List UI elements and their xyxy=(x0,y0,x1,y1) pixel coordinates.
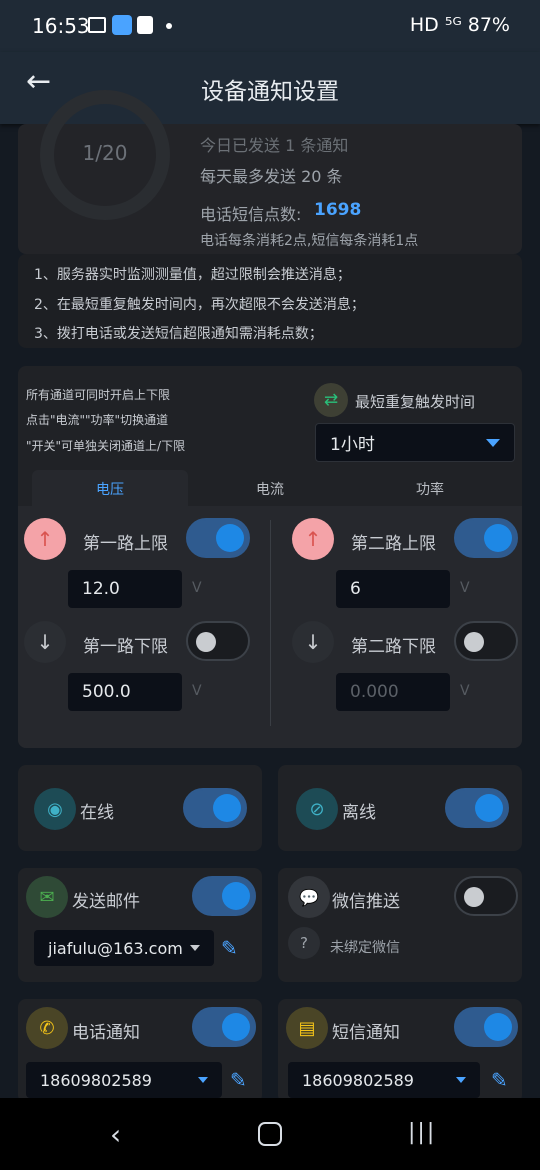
ch1-lower-input[interactable]: 500.0 xyxy=(68,673,182,711)
email-select-value: jiafulu@163.com xyxy=(48,938,183,958)
notes-card: 1、服务器实时监测测量值，超过限制会推送消息； 2、在最短重复触发时间内，再次超… xyxy=(18,254,522,348)
shopping-bag-icon xyxy=(137,16,153,34)
nav-home-icon[interactable] xyxy=(258,1122,282,1146)
status-indicators: HD ⁵ᴳ 87% xyxy=(409,14,510,36)
edit-pencil-icon[interactable]: ✎ xyxy=(221,936,238,960)
online-toggle[interactable] xyxy=(183,788,247,828)
sms-select[interactable]: 18609802589 xyxy=(288,1062,480,1098)
phone-select-value: 18609802589 xyxy=(40,1070,152,1090)
dropdown-arrow-icon xyxy=(456,1077,466,1083)
ch2-lower-toggle[interactable] xyxy=(454,621,518,661)
nav-back-icon[interactable]: ‹ xyxy=(110,1118,121,1151)
phone-icon: ✆ xyxy=(26,1007,68,1049)
wechat-status: 未绑定微信 xyxy=(330,940,400,956)
channel-help-3: "开关"可单独关闭通道上/下限 xyxy=(26,439,186,453)
toggle-knob xyxy=(196,632,216,652)
note-1: 1、服务器实时监测测量值，超过限制会推送消息； xyxy=(34,267,351,283)
note-3: 3、拨打电话或发送短信超限通知需消耗点数； xyxy=(34,326,323,342)
repeat-select-value: 1小时 xyxy=(330,435,375,455)
wechat-label: 微信推送 xyxy=(332,892,400,912)
sms-toggle[interactable] xyxy=(454,1007,518,1047)
toggle-knob xyxy=(222,1013,250,1041)
toggle-knob xyxy=(213,794,241,822)
toggle-knob xyxy=(464,887,484,907)
sms-label: 短信通知 xyxy=(332,1023,400,1043)
repeat-select[interactable]: 1小时 xyxy=(315,423,515,462)
dropdown-arrow-icon xyxy=(486,438,500,447)
repeat-icon: ⇄ xyxy=(314,383,348,417)
sms-select-value: 18609802589 xyxy=(302,1070,414,1090)
limits-divider xyxy=(270,520,271,726)
status-bar: 16:53 HD ⁵ᴳ 87% xyxy=(0,0,540,52)
arrow-down-icon: ↓ xyxy=(24,621,66,663)
email-label: 发送邮件 xyxy=(72,892,140,912)
notification-dot-icon xyxy=(166,23,172,29)
channel-help-2: 点击"电流""功率"切换通道 xyxy=(26,413,169,427)
edit-pencil-icon[interactable]: ✎ xyxy=(491,1068,508,1092)
tab-current[interactable]: 电流 xyxy=(192,479,348,499)
sent-today: 今日已发送 1 条通知 xyxy=(200,136,349,155)
edit-pencil-icon[interactable]: ✎ xyxy=(230,1068,247,1092)
unit-label: V xyxy=(460,683,470,699)
phone-select[interactable]: 18609802589 xyxy=(26,1062,222,1098)
toggle-knob xyxy=(475,794,503,822)
points-label: 电话短信点数: xyxy=(200,205,302,224)
ch1-upper-toggle[interactable] xyxy=(186,518,250,558)
tab-power[interactable]: 功率 xyxy=(352,479,508,499)
phone-label: 电话通知 xyxy=(72,1023,140,1043)
email-select[interactable]: jiafulu@163.com xyxy=(34,930,214,966)
online-label: 在线 xyxy=(80,803,114,823)
repeat-label: 最短重复触发时间 xyxy=(355,393,476,411)
ch2-lower-label: 第二路下限 xyxy=(351,637,436,657)
arrow-up-icon: ↑ xyxy=(24,518,66,560)
arrow-up-icon: ↑ xyxy=(292,518,334,560)
tab-voltage[interactable]: 电压 xyxy=(32,479,188,499)
ch2-upper-toggle[interactable] xyxy=(454,518,518,558)
offline-label: 离线 xyxy=(342,803,376,823)
nav-recents-icon[interactable]: ||| xyxy=(408,1120,436,1145)
online-signal-icon: ◉ xyxy=(34,788,76,830)
ch2-upper-input[interactable]: 6 xyxy=(336,570,450,608)
unit-label: V xyxy=(192,580,202,596)
ch1-lower-label: 第一路下限 xyxy=(83,637,168,657)
toggle-knob xyxy=(216,524,244,552)
toggle-knob xyxy=(484,1013,512,1041)
gallery-icon xyxy=(88,17,106,33)
note-2: 2、在最短重复触发时间内，再次超限不会发送消息； xyxy=(34,297,365,313)
toggle-knob xyxy=(484,524,512,552)
unit-label: V xyxy=(192,683,202,699)
email-toggle[interactable] xyxy=(192,876,256,916)
points-value: 1698 xyxy=(314,200,362,220)
dropdown-arrow-icon xyxy=(190,945,200,951)
ch2-lower-input[interactable]: 0.000 xyxy=(336,673,450,711)
system-nav-bar: ‹ ||| xyxy=(0,1098,540,1170)
wechat-toggle[interactable] xyxy=(454,876,518,916)
ch2-upper-label: 第二路上限 xyxy=(351,534,436,554)
ch1-lower-toggle[interactable] xyxy=(186,621,250,661)
channel-help-1: 所有通道可同时开启上下限 xyxy=(26,388,171,402)
offline-signal-icon: ⊘ xyxy=(296,788,338,830)
phone-toggle[interactable] xyxy=(192,1007,256,1047)
ch1-upper-input[interactable]: 12.0 xyxy=(68,570,182,608)
toggle-knob xyxy=(464,632,484,652)
max-per-day: 每天最多发送 20 条 xyxy=(200,167,343,186)
cost-note: 电话每条消耗2点,短信每条消耗1点 xyxy=(200,233,419,249)
wechat-icon: 💬 xyxy=(288,876,330,918)
unit-label: V xyxy=(460,580,470,596)
status-time: 16:53 xyxy=(32,14,90,38)
help-icon: ? xyxy=(288,927,320,959)
app-icon xyxy=(112,15,132,35)
sms-icon: ▤ xyxy=(286,1007,328,1049)
mail-icon: ✉ xyxy=(26,876,68,918)
offline-toggle[interactable] xyxy=(445,788,509,828)
quota-ring-text: 1/20 xyxy=(82,141,128,165)
arrow-down-icon: ↓ xyxy=(292,621,334,663)
toggle-knob xyxy=(222,882,250,910)
dropdown-arrow-icon xyxy=(198,1077,208,1083)
ch1-upper-label: 第一路上限 xyxy=(83,534,168,554)
